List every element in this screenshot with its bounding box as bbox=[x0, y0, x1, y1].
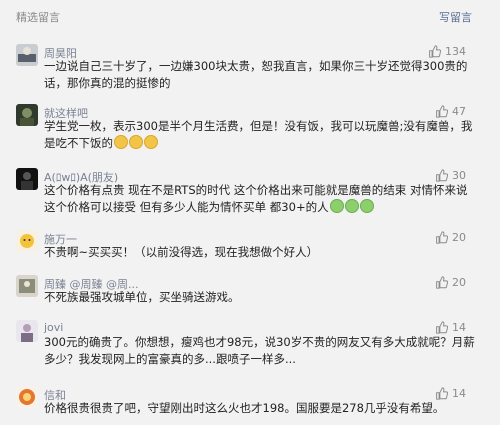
thumbs-up-icon bbox=[436, 105, 448, 118]
like-count: 30 bbox=[452, 169, 466, 182]
like-button[interactable]: 14 bbox=[435, 321, 466, 334]
like-button[interactable]: 30 bbox=[435, 169, 466, 182]
emoji-icon bbox=[114, 135, 128, 149]
avatar[interactable] bbox=[16, 168, 38, 190]
comment-text: 不死族最强攻城单位，买坐骑送游戏。 bbox=[44, 290, 240, 304]
like-button[interactable]: 20 bbox=[435, 231, 466, 244]
thumbs-up-icon bbox=[436, 231, 448, 244]
thumbs-up-icon bbox=[436, 387, 448, 400]
emoji-icon bbox=[144, 135, 158, 149]
avatar[interactable] bbox=[16, 320, 38, 342]
like-count: 20 bbox=[452, 231, 466, 244]
write-comment-link[interactable]: 写留言 bbox=[439, 9, 472, 25]
like-count: 14 bbox=[452, 387, 466, 400]
like-count: 134 bbox=[445, 45, 466, 58]
like-button[interactable]: 47 bbox=[435, 105, 466, 118]
comments-header: 精选留言 写留言 bbox=[0, 0, 500, 30]
like-count: 20 bbox=[452, 276, 466, 289]
avatar[interactable] bbox=[16, 230, 38, 252]
comment-text: 一边说自己三十岁了，一边嫌300块太贵，恕我直言，如果你三十岁还觉得300贵的话… bbox=[44, 59, 468, 90]
commenter-name[interactable]: jovi bbox=[44, 321, 63, 334]
comment-text: 不贵啊~买买买！（以前没得选，现在我想做个好人） bbox=[44, 245, 319, 259]
emoji-icon bbox=[359, 199, 374, 213]
like-button[interactable]: 14 bbox=[435, 387, 466, 400]
emoji-icon bbox=[344, 199, 359, 213]
thumbs-up-icon bbox=[436, 321, 448, 334]
avatar[interactable] bbox=[16, 104, 38, 126]
comment-text: 300元的确贵了。你想想，瘦鸡也才98元，说30岁不贵的网友又有多大成就呢？月薪… bbox=[44, 335, 475, 366]
comment-text: 价格很贵很贵了吧，守望刚出时这么火也才198。国服要是278几乎没有希望。 bbox=[44, 401, 445, 415]
like-button[interactable]: 20 bbox=[435, 276, 466, 289]
section-title: 精选留言 bbox=[16, 11, 60, 24]
comment-text: 学生党一枚，表示300是半个月生活费，但是！没有饭，我可以玩魔兽;没有魔兽，我是… bbox=[44, 119, 473, 150]
thumbs-up-icon bbox=[429, 45, 441, 58]
comment-text: 这个价格有点贵 现在不是RTS的时代 这个价格出来可能就是魔兽的结束 对情怀来说… bbox=[44, 183, 468, 214]
emoji-icon bbox=[129, 135, 143, 149]
thumbs-up-icon bbox=[436, 169, 448, 182]
avatar[interactable] bbox=[16, 275, 38, 297]
avatar[interactable] bbox=[16, 44, 38, 66]
avatar[interactable] bbox=[16, 386, 38, 408]
like-count: 47 bbox=[452, 105, 466, 118]
like-button[interactable]: 134 bbox=[428, 45, 466, 58]
like-count: 14 bbox=[452, 321, 466, 334]
emoji-icon bbox=[329, 199, 344, 213]
thumbs-up-icon bbox=[436, 276, 448, 289]
